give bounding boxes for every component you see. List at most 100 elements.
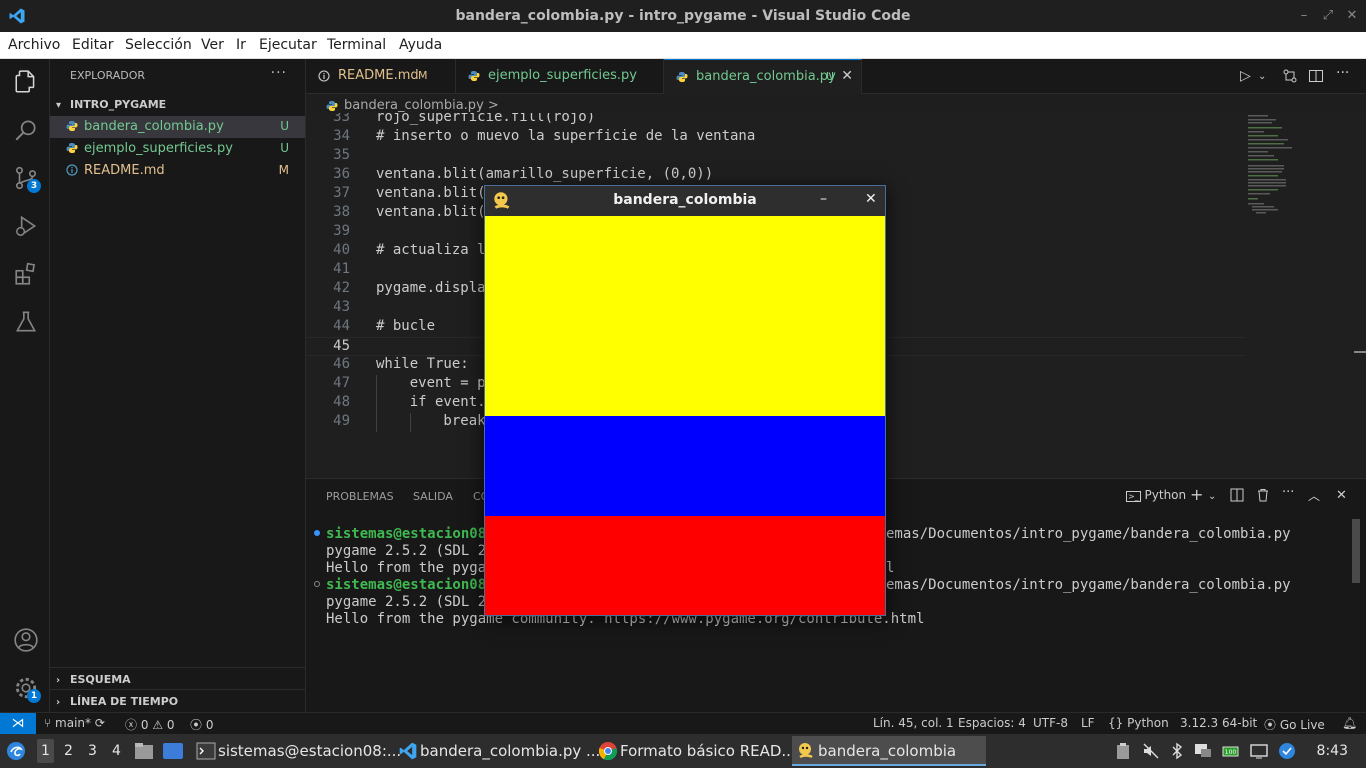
notifications-bell-icon[interactable]: 🔔︎ [1342,716,1357,730]
workspace-2[interactable]: 2 [64,743,73,759]
menu-seleccion[interactable]: Selección [125,37,192,53]
minimize-icon[interactable]: – [820,191,827,207]
chat-icon[interactable] [1194,742,1212,760]
minimize-window-icon[interactable]: – [1296,8,1312,23]
update-shield-icon[interactable] [1278,742,1296,760]
bluetooth-icon[interactable] [1168,742,1186,760]
python-interpreter[interactable]: 3.12.3 64-bit [1180,716,1257,730]
scm-badge: 3 [27,179,41,193]
explorer-more-actions[interactable]: ··· [271,65,287,81]
workspace-4[interactable]: 4 [112,743,121,759]
explorer-icon[interactable] [13,69,39,95]
project-folder-header[interactable]: ▾ INTRO_PYGAME [56,98,166,111]
close-tab-icon[interactable]: ✕ [841,68,853,84]
chevron-down-icon[interactable]: ⌄ [1208,491,1216,502]
maximize-window-icon[interactable]: ⤢ [1320,8,1336,23]
chevron-down-icon[interactable]: ⌄ [1258,71,1266,82]
more-actions-icon[interactable]: ··· [1336,65,1349,81]
menu-archivo[interactable]: Archivo [8,37,60,53]
split-editor-icon[interactable] [1308,68,1324,84]
go-live-label: Go Live [1279,718,1325,732]
maximize-panel-icon[interactable]: ︿ [1308,487,1320,504]
compare-changes-icon[interactable] [1282,68,1298,84]
go-live-button[interactable]: ⦿ Go Live [1264,716,1325,733]
encoding[interactable]: UTF-8 [1033,716,1068,730]
search-icon[interactable] [13,117,39,143]
tab-readme[interactable]: README.md M [306,59,456,94]
ports-indicator[interactable]: ⦿ 0 [190,716,213,733]
file-item-bandera-colombia[interactable]: bandera_colombia.py U [50,116,305,138]
terminal-scrollbar[interactable] [1352,519,1360,583]
tab-problems[interactable]: PROBLEMAS [326,490,394,503]
command-dot [314,581,320,587]
close-window-icon[interactable]: ✕ [1344,8,1360,23]
taskbar-vscode[interactable]: bandera_colombia.py ... [394,736,600,766]
outline-section-header[interactable]: › ESQUEMA [56,673,131,686]
file-name: bandera_colombia.py [84,119,224,134]
error-icon: ⓧ [125,718,138,732]
taskbar-item-label: sistemas@estacion08:... [218,742,402,760]
pygame-snake-icon [799,743,813,759]
file-manager-icon[interactable] [134,742,154,760]
divider [50,667,305,668]
pygame-window-titlebar[interactable]: bandera_colombia – ✕ [485,186,885,216]
more-actions-icon[interactable]: ··· [1282,485,1294,500]
timeline-section-header[interactable]: › LÍNEA DE TIEMPO [56,695,178,708]
close-panel-icon[interactable]: ✕ [1336,488,1347,503]
explorer-header: EXPLORADOR [70,69,146,82]
python-file-icon [66,121,78,131]
taskbar-pygame-window[interactable]: bandera_colombia [792,736,986,766]
volume-muted-icon[interactable] [1142,742,1160,760]
terminal-shell-selector[interactable]: >_ Python [1126,488,1186,502]
tab-output[interactable]: SALIDA [413,490,453,503]
pygame-window[interactable]: bandera_colombia – ✕ [484,185,886,616]
menu-editar[interactable]: Editar [72,37,113,53]
problems-indicator[interactable]: ⓧ 0 ⚠ 0 [125,716,175,733]
clipboard-icon[interactable] [1114,742,1132,760]
tab-bandera-colombia[interactable]: bandera_colombia.py U ✕ [664,59,862,94]
minimap[interactable] [1240,113,1350,233]
file-item-ejemplo-superficies[interactable]: ejemplo_superficies.py U [50,138,305,160]
run-file-icon[interactable]: ▷ [1240,68,1251,84]
menu-terminal[interactable]: Terminal [327,37,386,53]
code-line: 33 rojo_superficie.fill(rojo) [333,113,596,125]
tab-ejemplo-superficies[interactable]: ejemplo_superficies.py U [456,59,784,94]
new-terminal-icon[interactable]: + [1190,485,1203,504]
cursor-position[interactable]: Lín. 45, col. 1 [873,716,954,730]
display-icon[interactable] [1250,742,1268,760]
taskbar-item-label: bandera_colombia.py ... [420,742,601,760]
split-terminal-icon[interactable] [1230,488,1244,502]
remote-indicator-icon[interactable]: ⋊ [0,713,36,735]
workspace-1[interactable]: 1 [37,739,54,763]
git-branch[interactable]: ⑂ main* ⟳ [44,716,105,730]
show-desktop-icon[interactable] [162,742,184,760]
file-status-badge: M [278,163,289,177]
close-icon[interactable]: ✕ [865,191,877,207]
taskbar-chrome[interactable]: Formato básico READ... [594,736,796,766]
end-of-line[interactable]: LF [1081,716,1095,730]
file-status-badge: U [280,141,289,155]
workspace-3[interactable]: 3 [88,743,97,759]
timeline-label: LÍNEA DE TIEMPO [70,695,179,708]
indentation[interactable]: Espacios: 4 [958,716,1026,730]
editor-scrollbar[interactable] [1352,113,1366,478]
run-debug-icon[interactable] [13,213,39,239]
trash-icon[interactable] [1256,488,1270,502]
terminal-line-cont: l [886,560,895,576]
testing-flask-icon[interactable] [13,309,39,335]
accounts-icon[interactable] [13,627,39,653]
terminal-icon: >_ [1126,491,1141,502]
menu-ejecutar[interactable]: Ejecutar [259,37,317,53]
clock[interactable]: 8:43 [1317,743,1348,759]
indent-guide [376,375,377,432]
extensions-icon[interactable] [13,261,39,287]
file-item-readme[interactable]: README.md M [50,160,305,182]
start-menu-icon[interactable] [6,741,26,761]
language-mode[interactable]: {} Python [1108,716,1169,730]
menu-ver[interactable]: Ver [201,37,224,53]
taskbar-terminal[interactable]: sistemas@estacion08:... [192,736,401,766]
battery-icon[interactable]: 100 [1222,742,1240,760]
menu-ayuda[interactable]: Ayuda [399,37,442,53]
info-icon [66,164,78,176]
menu-ir[interactable]: Ir [236,37,246,53]
